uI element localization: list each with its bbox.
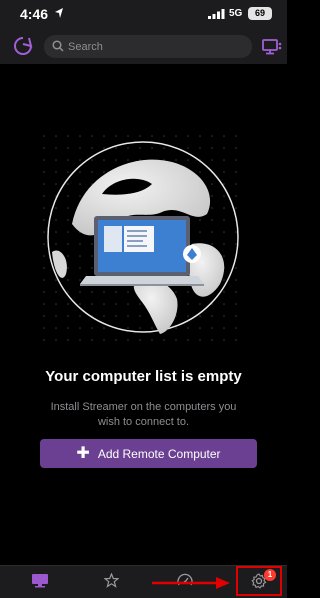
search-input[interactable] [68,35,244,58]
network-label: 5G [229,8,243,19]
star-icon [104,573,119,588]
main-content: Your computer list is empty Install Stre… [0,64,287,565]
tab-computers[interactable] [20,566,60,598]
add-remote-computer-button[interactable]: ✚ Add Remote Computer [40,439,257,468]
empty-state-title: Your computer list is empty [45,368,242,385]
search-bar[interactable] [44,35,252,58]
top-bar [0,28,287,64]
monitor-icon [32,574,48,588]
plus-icon: ✚ [76,444,90,462]
monitor-settings-icon[interactable] [262,38,282,56]
globe-laptop-illustration [42,134,244,344]
search-icon [52,40,64,52]
location-arrow-icon [55,8,63,18]
status-bar: 4:46 5G 69 [0,0,287,28]
settings-highlight-box [236,566,282,596]
red-arrow-annotation [152,577,230,589]
status-time: 4:46 [20,6,49,22]
tab-favorites[interactable] [92,566,132,598]
signal-icon [208,9,225,19]
empty-state-description: Install Streamer on the computers you wi… [50,401,237,428]
battery-indicator: 69 [248,7,272,20]
settings-notification-badge: 1 [264,569,276,581]
add-button-label: Add Remote Computer [97,446,221,461]
refresh-icon[interactable] [13,36,33,56]
